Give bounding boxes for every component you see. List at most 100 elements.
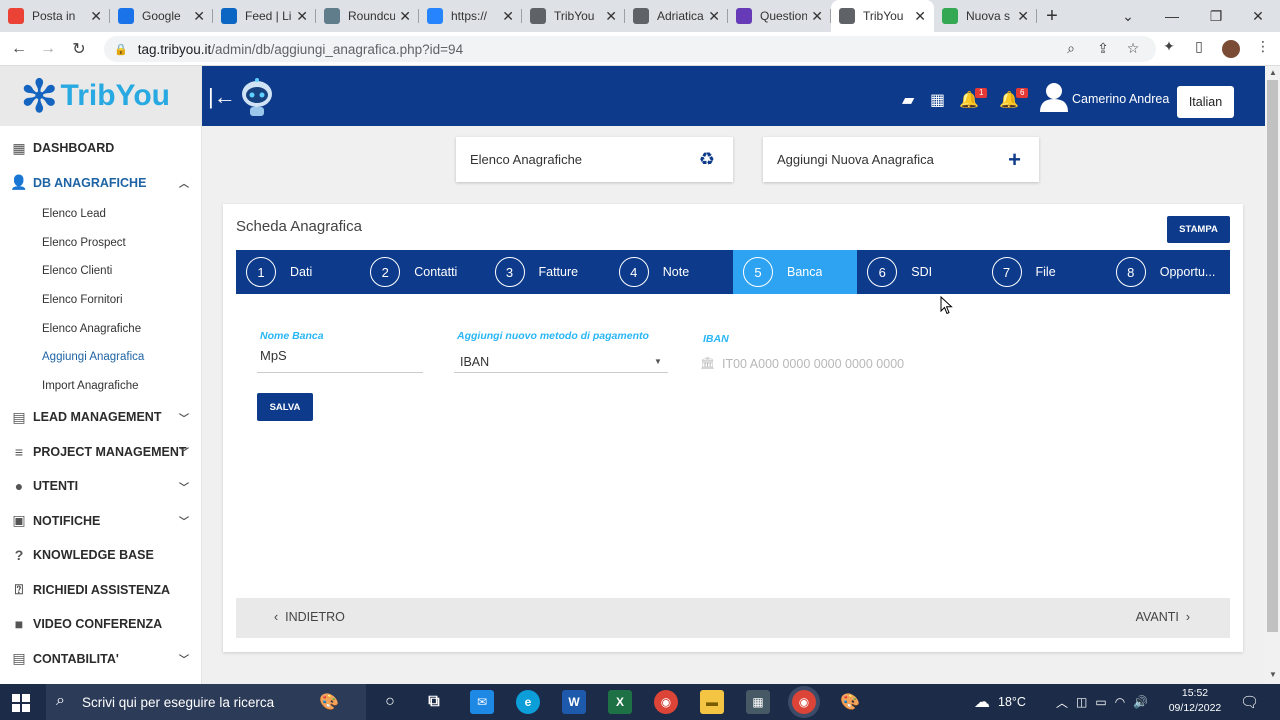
side-panel-icon[interactable]: ▯: [1188, 38, 1210, 55]
sidebar-subitem-elenco-clienti[interactable]: Elenco Clienti: [0, 257, 201, 286]
address-bar[interactable]: 🔒 tag.tribyou.it/admin/db/aggiungi_anagr…: [104, 36, 1156, 62]
browser-tab[interactable]: Google ✕: [110, 0, 213, 32]
excel-icon[interactable]: X: [608, 690, 632, 714]
weather-widget[interactable]: ☁ 18°C: [974, 684, 1026, 720]
paint-icon[interactable]: 🎨: [838, 690, 862, 714]
browser-tab[interactable]: Feed | Li ✕: [213, 0, 316, 32]
sidebar-item-knowledge-base[interactable]: ? KNOWLEDGE BASE: [0, 538, 201, 573]
volume-icon[interactable]: 🔊: [1133, 695, 1156, 709]
browser-tab[interactable]: Question ✕: [728, 0, 831, 32]
indietro-button[interactable]: ‹ INDIETRO: [274, 610, 345, 624]
nome-banca-input[interactable]: MpS: [260, 348, 287, 363]
sidebar-item-contabilita[interactable]: ▤ CONTABILITA' ﹀: [0, 642, 201, 677]
close-tab-icon[interactable]: ✕: [1017, 8, 1029, 25]
elenco-anagrafiche-card[interactable]: Elenco Anagrafiche ♻: [456, 137, 733, 182]
close-tab-icon[interactable]: ✕: [708, 8, 720, 25]
search-highlight-icon[interactable]: 🎨: [296, 690, 362, 714]
avanti-button[interactable]: AVANTI ›: [1136, 610, 1190, 624]
close-window-button[interactable]: ✕: [1236, 0, 1280, 32]
calendar-icon[interactable]: ▦: [930, 90, 945, 110]
browser-tab[interactable]: https:// ✕: [419, 0, 522, 32]
close-tab-icon[interactable]: ✕: [193, 8, 205, 25]
wizard-step[interactable]: 1 Dati: [236, 250, 360, 294]
system-tray-icons[interactable]: ︿ ◫ ▭ ◠ 🔊: [1056, 684, 1156, 720]
browser-tab[interactable]: TribYou ✕: [831, 0, 934, 32]
wizard-step[interactable]: 4 Note: [609, 250, 733, 294]
forward-icon[interactable]: →: [37, 38, 59, 60]
wizard-step[interactable]: 5 Banca: [733, 250, 858, 294]
edge-icon[interactable]: e: [516, 690, 540, 714]
iban-input[interactable]: IT00 A000 0000 0000 0000 0000: [722, 357, 915, 371]
sidebar-item-lead-management[interactable]: ▤ LEAD MANAGEMENT ﹀: [0, 400, 201, 435]
stampa-button[interactable]: STAMPA: [1167, 216, 1230, 243]
sidebar-item-notifiche[interactable]: ▣ NOTIFICHE ﹀: [0, 504, 201, 539]
calculator-icon[interactable]: ▦: [746, 690, 770, 714]
close-tab-icon[interactable]: ✕: [914, 8, 926, 25]
close-tab-icon[interactable]: ✕: [399, 8, 411, 25]
close-tab-icon[interactable]: ✕: [296, 8, 308, 25]
close-tab-icon[interactable]: ✕: [811, 8, 823, 25]
meet-now-icon[interactable]: ◫: [1076, 695, 1095, 709]
browser-tab[interactable]: TribYou ✕: [522, 0, 625, 32]
sidebar-subitem-elenco-fornitori[interactable]: Elenco Fornitori: [0, 286, 201, 315]
user-avatar-icon[interactable]: [1040, 82, 1068, 112]
chrome-menu-icon[interactable]: ⋮: [1252, 38, 1274, 55]
browser-tab[interactable]: Posta in ✕: [0, 0, 110, 32]
task-view-icon[interactable]: ⧉: [422, 690, 446, 714]
language-button[interactable]: Italian: [1177, 86, 1234, 118]
back-icon[interactable]: ←: [8, 38, 30, 60]
cortana-icon[interactable]: ○: [378, 690, 402, 714]
sidebar-subitem-elenco-prospect[interactable]: Elenco Prospect: [0, 229, 201, 258]
zoom-icon[interactable]: ⌕: [1060, 40, 1082, 57]
sidebar-item-richiedi-assistenza[interactable]: ⍰ RICHIEDI ASSISTENZA: [0, 573, 201, 608]
wizard-step[interactable]: 8 Opportu...: [1106, 250, 1230, 294]
sidebar-item-utenti[interactable]: ● UTENTI ﹀: [0, 469, 201, 504]
dropdown-arrow-icon[interactable]: ▼: [654, 357, 662, 366]
sticky-note-icon[interactable]: ▰: [902, 90, 914, 110]
wifi-icon[interactable]: ◠: [1115, 695, 1133, 709]
reload-icon[interactable]: ↻: [68, 38, 90, 60]
sidebar-subitem-aggiungi-anagrafica[interactable]: Aggiungi Anagrafica: [0, 343, 201, 372]
close-tab-icon[interactable]: ✕: [502, 8, 514, 25]
maximize-button[interactable]: ❐: [1194, 0, 1238, 32]
word-icon[interactable]: W: [562, 690, 586, 714]
scroll-down-arrow[interactable]: ▼: [1269, 670, 1277, 679]
minimize-button[interactable]: —: [1150, 0, 1194, 32]
sidebar-item-db-anagrafiche[interactable]: 👤 DB ANAGRAFICHE ︿: [0, 166, 201, 201]
close-tab-icon[interactable]: ✕: [605, 8, 617, 25]
scrollbar-thumb[interactable]: [1267, 80, 1278, 632]
notification-center-icon[interactable]: 🗨: [1240, 684, 1259, 720]
share-icon[interactable]: ⇪: [1092, 40, 1114, 57]
close-tab-icon[interactable]: ✕: [90, 8, 102, 25]
wizard-step[interactable]: 6 SDI: [857, 250, 981, 294]
sidebar-item-video-conferenza[interactable]: ■ VIDEO CONFERENZA: [0, 607, 201, 642]
wizard-step[interactable]: 3 Fatture: [485, 250, 609, 294]
aggiungi-nuova-anagrafica-card[interactable]: Aggiungi Nuova Anagrafica +: [763, 137, 1039, 182]
file-explorer-icon[interactable]: ▬: [700, 690, 724, 714]
metodo-pagamento-select[interactable]: IBAN: [460, 355, 489, 369]
tab-search-icon[interactable]: ⌄: [1106, 0, 1150, 32]
browser-tab[interactable]: Nuova s ✕: [934, 0, 1037, 32]
wizard-step[interactable]: 7 File: [982, 250, 1106, 294]
extensions-icon[interactable]: ✦: [1158, 38, 1180, 55]
sidebar-subitem-elenco-anagrafiche[interactable]: Elenco Anagrafiche: [0, 314, 201, 343]
battery-icon[interactable]: ▭: [1095, 695, 1114, 709]
page-scrollbar[interactable]: ▲ ▼: [1265, 66, 1280, 684]
collapse-sidebar-icon[interactable]: |←: [208, 84, 236, 110]
taskbar-clock[interactable]: 15:52 09/12/2022: [1166, 686, 1224, 716]
scroll-up-arrow[interactable]: ▲: [1269, 68, 1277, 77]
sidebar-subitem-import-anagrafiche[interactable]: Import Anagrafiche: [0, 372, 201, 401]
browser-tab[interactable]: Adriatica ✕: [625, 0, 728, 32]
chrome-taskbar-icon[interactable]: ◉: [654, 690, 678, 714]
windows-start-icon[interactable]: [12, 694, 30, 712]
chrome-active-taskbar-icon[interactable]: ◉: [792, 690, 816, 714]
mail-icon[interactable]: ✉: [470, 690, 494, 714]
profile-avatar[interactable]: [1222, 40, 1240, 58]
new-tab-button[interactable]: +: [1037, 0, 1067, 32]
sidebar-item-dashboard[interactable]: ▦ DASHBOARD: [0, 131, 201, 166]
tray-chevron-up-icon[interactable]: ︿: [1056, 694, 1076, 711]
user-name[interactable]: Camerino Andrea: [1072, 92, 1169, 106]
tribyou-logo[interactable]: ✻ TribYou: [0, 66, 201, 126]
browser-tab[interactable]: Roundcu ✕: [316, 0, 419, 32]
sidebar-subitem-elenco-lead[interactable]: Elenco Lead: [0, 200, 201, 229]
